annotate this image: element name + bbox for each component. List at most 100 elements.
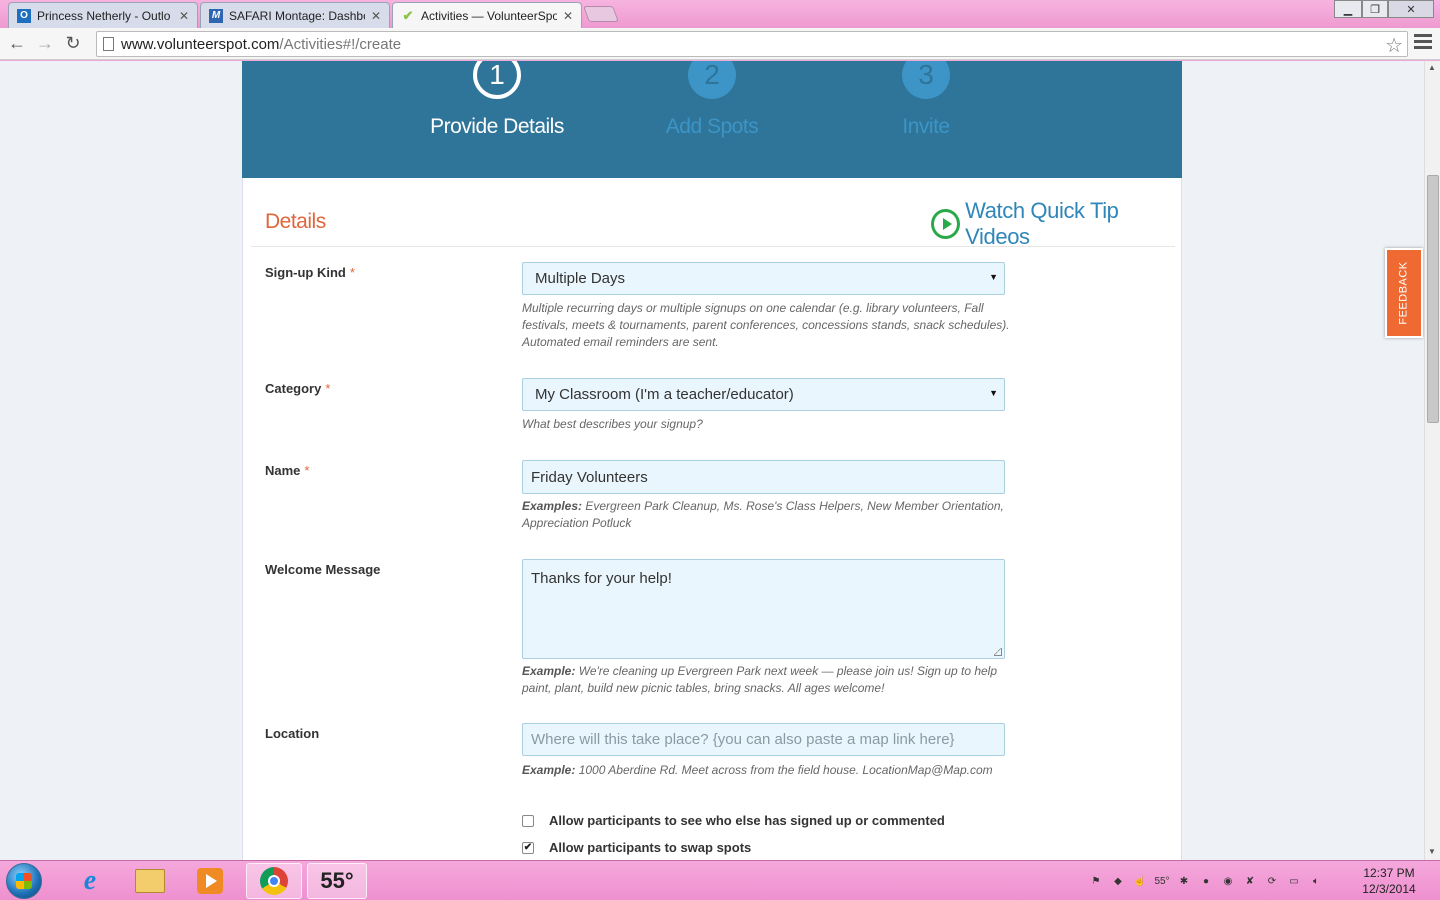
name-input[interactable]: Friday Volunteers: [522, 460, 1005, 494]
name-hint: Examples: Evergreen Park Cleanup, Ms. Ro…: [522, 499, 1004, 530]
required-mark: *: [304, 463, 310, 478]
tab-title: Activities — VolunteerSpo: [421, 8, 557, 23]
clock-date: 12/3/2014: [1362, 882, 1416, 896]
tab-title: Princess Netherly - Outlo: [37, 8, 171, 23]
welcome-message-textarea[interactable]: Thanks for your help!: [522, 559, 1005, 659]
signup-kind-hint: Multiple recurring days or multiple sign…: [522, 301, 1010, 349]
volume-icon[interactable]: 🔈︎: [1308, 873, 1324, 889]
step-label: Invite: [902, 115, 950, 138]
category-label: Category *: [265, 381, 331, 396]
welcome-message-hint: Example: We're cleaning up Evergreen Par…: [522, 664, 998, 695]
hand-icon[interactable]: ☝: [1132, 873, 1148, 889]
watch-quick-tip-videos-link[interactable]: Watch Quick Tip Videos: [931, 198, 1181, 250]
media-player-icon[interactable]: [182, 863, 238, 899]
signup-kind-select[interactable]: Multiple Days ▼: [522, 262, 1005, 295]
minimize-icon[interactable]: ▁: [1334, 0, 1362, 18]
windows-logo-icon: [16, 873, 32, 889]
checkbox-checked[interactable]: ✔: [522, 841, 534, 854]
dropdown-arrow-icon: ▼: [989, 388, 998, 398]
option-swap-spots[interactable]: ✔ Allow participants to swap spots: [522, 840, 751, 855]
option-label: Allow participants to see who else has s…: [549, 813, 945, 828]
page-viewport: 1 Provide Details 2 Add Spots 3 Invite D…: [0, 61, 1424, 860]
close-window-icon[interactable]: ✕: [1388, 0, 1434, 18]
tab-outlook[interactable]: O Princess Netherly - Outlo ✕: [8, 2, 198, 28]
address-bar[interactable]: www.volunteerspot.com/Activities#!/creat…: [96, 31, 1408, 57]
tab-volunteerspot[interactable]: ✔ Activities — VolunteerSpo ✕: [392, 2, 582, 28]
category-hint: What best describes your signup?: [522, 417, 703, 431]
step-provide-details[interactable]: 1 Provide Details: [397, 61, 597, 139]
wizard-steps-banner: 1 Provide Details 2 Add Spots 3 Invite: [242, 61, 1182, 178]
play-icon: [931, 209, 961, 239]
location-hint: Example: 1000 Aberdine Rd. Meet across f…: [522, 763, 993, 777]
antivirus-icon[interactable]: ✘: [1242, 873, 1258, 889]
clock-time: 12:37 PM: [1363, 866, 1415, 880]
welcome-message-label: Welcome Message: [265, 562, 381, 577]
internet-explorer-icon[interactable]: e: [62, 863, 118, 899]
step-label: Provide Details: [430, 115, 564, 138]
page-scrollbar[interactable]: ▲ ▼: [1424, 61, 1440, 860]
weather-temperature: 55°: [320, 868, 354, 893]
browser-toolbar: ← → ↻ www.volunteerspot.com/Activities#!…: [0, 28, 1440, 60]
signup-kind-value: Multiple Days: [535, 270, 626, 287]
browser-menu-icon[interactable]: [1414, 34, 1432, 52]
close-icon[interactable]: ✕: [563, 9, 573, 23]
feedback-label: FEEDBACK: [1398, 261, 1411, 325]
safari-montage-icon: M: [209, 8, 223, 23]
dropbox-icon[interactable]: ◆: [1110, 873, 1126, 889]
scroll-up-icon[interactable]: ▲: [1428, 63, 1436, 72]
browser-tab-strip: O Princess Netherly - Outlo ✕ M SAFARI M…: [0, 0, 1440, 28]
section-title: Details: [265, 210, 326, 233]
url-path: /Activities#!/create: [279, 35, 402, 53]
details-form-card: Details Watch Quick Tip Videos Sign-up K…: [242, 178, 1182, 860]
signup-kind-label: Sign-up Kind *: [265, 265, 355, 280]
step-number: 1: [473, 61, 521, 99]
step-invite[interactable]: 3 Invite: [826, 61, 1026, 139]
required-mark: *: [349, 265, 355, 280]
option-label: Allow participants to swap spots: [549, 840, 752, 855]
record-icon[interactable]: ●: [1198, 873, 1214, 889]
file-explorer-icon[interactable]: [122, 863, 178, 899]
quick-tip-label: Watch Quick Tip Videos: [965, 198, 1119, 249]
step-label: Add Spots: [665, 115, 759, 138]
scroll-down-icon[interactable]: ▼: [1428, 847, 1436, 856]
forward-arrow-icon[interactable]: →: [34, 32, 56, 54]
scrollbar-thumb[interactable]: [1427, 175, 1439, 423]
divider: [251, 246, 1175, 247]
checkbox-unchecked[interactable]: [522, 814, 534, 827]
feedback-tab[interactable]: FEEDBACK: [1385, 248, 1423, 338]
option-see-signups[interactable]: Allow participants to see who else has s…: [522, 813, 945, 828]
start-button[interactable]: [6, 863, 42, 899]
url-host: www.volunteerspot.com: [121, 35, 280, 53]
network-icon[interactable]: ✱: [1176, 873, 1192, 889]
close-icon[interactable]: ✕: [371, 9, 381, 23]
weather-tray-icon[interactable]: 55°: [1154, 873, 1170, 889]
bookmark-star-icon[interactable]: ☆: [1385, 33, 1403, 58]
step-number: 2: [688, 61, 736, 99]
category-value: My Classroom (I'm a teacher/educator): [535, 386, 794, 403]
resize-handle-icon[interactable]: [994, 648, 1002, 656]
welcome-message-value: Thanks for your help!: [531, 570, 672, 587]
step-number: 3: [902, 61, 950, 99]
category-select[interactable]: My Classroom (I'm a teacher/educator) ▼: [522, 378, 1005, 411]
sync-icon[interactable]: ⟳: [1264, 873, 1280, 889]
windows-taskbar: e 55° ⚑ ◆ ☝ 55° ✱ ● ◉ ✘ ⟳ ▭ 🔈︎ 12:37 PM …: [0, 860, 1440, 900]
weather-gadget[interactable]: 55°: [307, 863, 367, 899]
system-clock[interactable]: 12:37 PM 12/3/2014: [1356, 865, 1422, 897]
tab-safari-montage[interactable]: M SAFARI Montage: Dashbo ✕: [200, 2, 390, 28]
window-controls: ▁ ❐ ✕: [1334, 0, 1434, 18]
location-input[interactable]: Where will this take place? {you can als…: [522, 723, 1005, 756]
new-tab-button[interactable]: [583, 6, 619, 22]
globe-icon[interactable]: ◉: [1220, 873, 1236, 889]
location-label: Location: [265, 726, 320, 741]
step-add-spots[interactable]: 2 Add Spots: [612, 61, 812, 139]
restore-icon[interactable]: ❐: [1362, 0, 1388, 18]
flag-icon[interactable]: ⚑: [1088, 873, 1104, 889]
page-icon: [103, 37, 114, 51]
reload-icon[interactable]: ↻: [62, 32, 84, 54]
back-arrow-icon[interactable]: ←: [6, 32, 28, 54]
location-placeholder: Where will this take place? {you can als…: [531, 731, 955, 748]
name-value: Friday Volunteers: [531, 468, 648, 486]
display-icon[interactable]: ▭: [1286, 873, 1302, 889]
close-icon[interactable]: ✕: [179, 9, 189, 23]
chrome-icon[interactable]: [246, 863, 302, 899]
